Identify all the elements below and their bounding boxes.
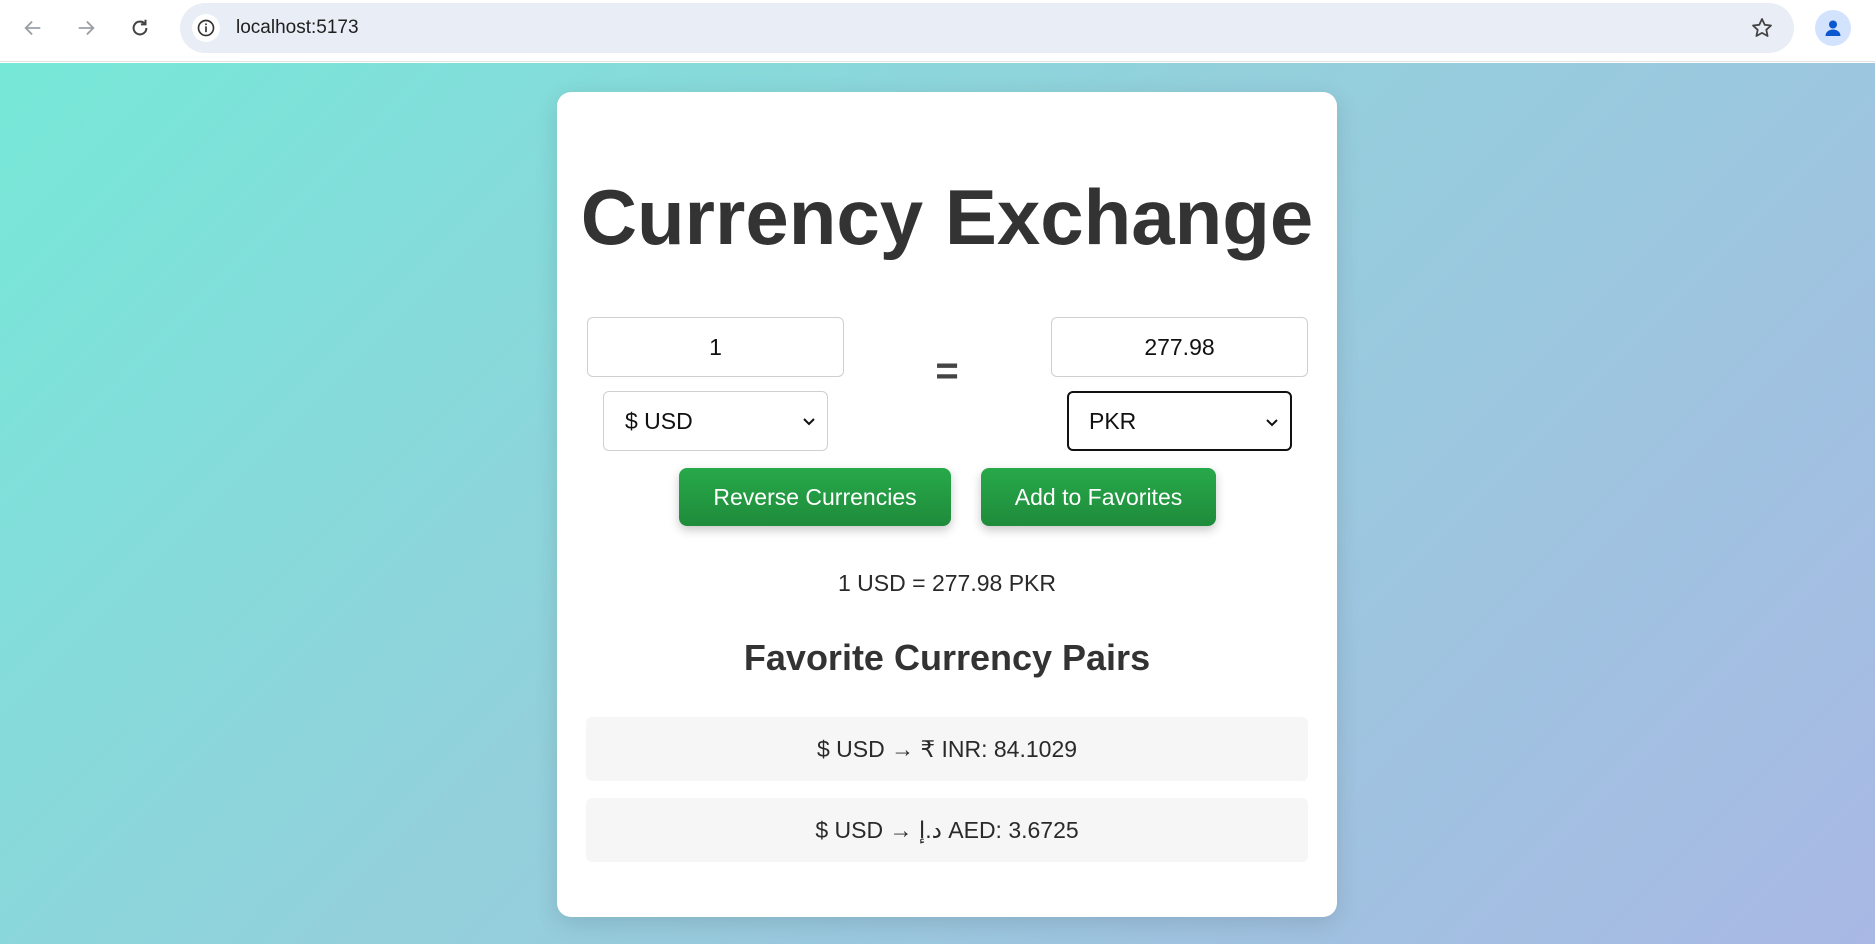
address-bar[interactable]: localhost:5173 (180, 3, 1794, 53)
from-currency-value: $ USD (625, 407, 693, 434)
site-info-icon[interactable] (192, 14, 220, 42)
arrow-right-icon (78, 20, 95, 36)
favorites-heading: Favorite Currency Pairs (743, 637, 1151, 678)
browser-toolbar: localhost:5173 (0, 0, 1875, 62)
arrow-left-icon (24, 20, 41, 36)
forward-button[interactable] (68, 10, 104, 46)
bookmark-star-icon[interactable] (1748, 14, 1776, 42)
chevron-down-icon (1266, 419, 1278, 427)
to-currency-select[interactable]: PKR (1067, 391, 1292, 451)
back-button[interactable] (15, 10, 51, 46)
url-text: localhost:5173 (236, 17, 359, 38)
favorite-pair-item[interactable]: $ USD → ₹ INR: 84.1029 (586, 717, 1308, 781)
reload-button[interactable] (122, 10, 158, 46)
converter-card: Currency Exchange = $ USD PKR Reverse Cu… (557, 92, 1337, 917)
profile-avatar-icon[interactable] (1815, 10, 1851, 46)
reload-icon (132, 19, 148, 36)
conversion-result: 1 USD = 277.98 PKR (838, 570, 1056, 596)
from-currency-select[interactable]: $ USD (603, 391, 828, 451)
favorite-pair-item[interactable]: $ USD → د.إ AED: 3.6725 (586, 798, 1308, 862)
to-currency-value: PKR (1089, 407, 1137, 434)
page-background: Currency Exchange = $ USD PKR Reverse Cu… (0, 63, 1875, 944)
equals-sign: = (935, 349, 959, 393)
add-to-favorites-button[interactable]: Add to Favorites (981, 468, 1216, 526)
page-title: Currency Exchange (580, 173, 1314, 261)
chevron-down-icon (803, 418, 815, 426)
reverse-currencies-button[interactable]: Reverse Currencies (679, 468, 951, 526)
